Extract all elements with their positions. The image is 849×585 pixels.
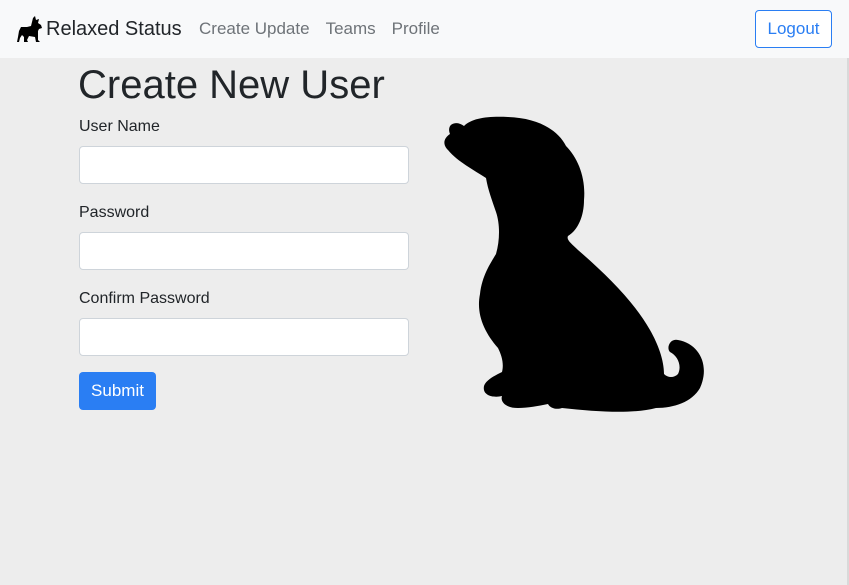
page-title: Create New User	[78, 63, 385, 107]
main-content: Create New User User Name Password Confi…	[0, 58, 849, 585]
password-input[interactable]	[79, 232, 409, 270]
sitting-dog-illustration	[444, 116, 704, 412]
username-input[interactable]	[79, 146, 409, 184]
dog-logo-icon	[17, 16, 42, 42]
logout-button[interactable]: Logout	[755, 10, 832, 48]
confirm-password-label: Confirm Password	[79, 290, 210, 307]
navbar: Relaxed Status Create Update Teams Profi…	[0, 0, 849, 58]
brand-name: Relaxed Status	[46, 18, 182, 40]
username-label: User Name	[79, 118, 160, 135]
submit-button[interactable]: Submit	[79, 372, 156, 410]
nav-links: Create Update Teams Profile	[199, 18, 440, 40]
nav-link-create-update[interactable]: Create Update	[199, 18, 310, 40]
brand-link[interactable]: Relaxed Status	[17, 15, 182, 43]
password-label: Password	[79, 204, 150, 221]
nav-link-profile[interactable]: Profile	[392, 18, 440, 40]
nav-link-teams[interactable]: Teams	[326, 18, 376, 40]
confirm-password-input[interactable]	[79, 318, 409, 356]
